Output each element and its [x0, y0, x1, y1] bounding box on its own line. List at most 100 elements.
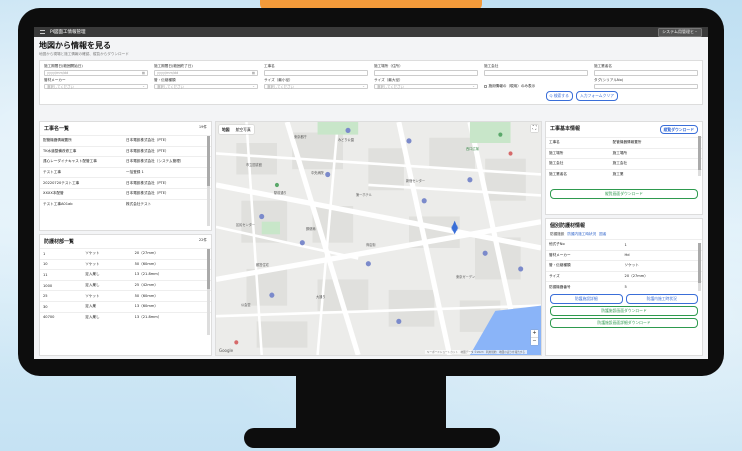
map-label: 都営住宅 — [256, 263, 269, 267]
all-download-button[interactable]: 縦覧画面ダウンロード — [550, 189, 698, 200]
table-row[interactable]: TK水道整備改修工事 日本電設株式会社（PTE） — [40, 145, 211, 157]
material-info-scrollbar[interactable] — [698, 243, 701, 291]
filter-label: 管・伝継種類 — [154, 77, 176, 82]
filter-label: 管材メーカー — [44, 77, 66, 82]
tab-protection[interactable]: 防護施設 — [550, 232, 564, 237]
filter-label: 施工会社 — [484, 64, 499, 68]
fullscreen-icon[interactable]: ⛶ — [531, 125, 538, 132]
table-row[interactable]: XXXX本配管 日本電設株式会社（PTE） — [40, 187, 211, 200]
tab-map[interactable]: 地図 — [219, 125, 233, 134]
field-label: 防護機器番号 — [546, 281, 622, 292]
table-row[interactable]: 30 定入巣 13（60mm） — [40, 300, 211, 313]
project-list-scrollbar[interactable] — [207, 136, 210, 226]
zoom-out-button[interactable]: − — [531, 337, 538, 345]
field-label: 管材メーカー — [546, 249, 622, 261]
clear-form-button[interactable]: 入力フォームクリア — [575, 91, 618, 101]
material-id-cell[interactable]: 11 — [40, 269, 83, 281]
material-list-panel: 防護材部一覧 22件 1 ソケット 20（27mm） 10 ソケット 50（60mm） … — [39, 234, 212, 356]
material-id-cell[interactable]: 10 — [40, 258, 83, 270]
tab-construction-status[interactable]: 防護内施工時状況 — [567, 232, 596, 237]
table-row[interactable]: 20220720テスト工事 日本電設株式会社（PTE） — [40, 177, 211, 189]
table-row: 管材メーカー Hd — [546, 249, 702, 261]
tab-satellite[interactable]: 航空写真 — [233, 125, 254, 134]
company-input[interactable] — [484, 70, 588, 76]
zoom-in-button[interactable]: + — [531, 330, 538, 337]
current-only-checkbox[interactable]: 施用情報の（現用）のみ表示 — [484, 84, 535, 89]
project-name-cell[interactable]: テスト工事A01ab — [40, 198, 124, 210]
construction-status-button[interactable]: 防護内施工時状況 — [625, 293, 698, 304]
material-id-cell[interactable]: 40700 — [40, 311, 83, 323]
material-list-scrollbar[interactable] — [207, 249, 210, 335]
field-value: 1 — [621, 239, 702, 251]
field-label: 工事名 — [546, 137, 610, 149]
table-row[interactable]: 25 ソケット 50（60mm） — [40, 290, 211, 302]
material-info-title: 個別防護材情報 — [550, 223, 586, 229]
table-row[interactable]: 1 ソケット 20（27mm） — [40, 248, 211, 260]
table-row[interactable]: 遠心レーダイナキャスト配管工事 日本電設株式会社（システム管理） — [40, 156, 211, 168]
project-name-cell[interactable]: TK水道整備改修工事 — [40, 145, 124, 157]
table-row[interactable]: 1000 定入巣し 25（42mm） — [40, 279, 211, 291]
system-menu-button[interactable]: システム用管理ヒ・ — [658, 27, 702, 37]
table-row[interactable]: テスト工事 一括登録 1 — [40, 166, 211, 178]
project-list-panel: 工事名一覧 19件 配管機器情報置所 日本電設株式会社（PTE） TK水道整備改修… — [39, 121, 212, 231]
company-cell: 日本電設株式会社（システム管理） — [123, 156, 211, 168]
project-name-cell[interactable]: 配管機器情報置所 — [40, 135, 124, 147]
project-info-scrollbar[interactable] — [698, 136, 701, 176]
field-value: 施工会社 — [609, 158, 702, 170]
project-name-cell[interactable]: 20220720テスト工事 — [40, 177, 124, 189]
filter-label: 施工業者名 — [594, 64, 612, 68]
type-select[interactable]: 選択してください ⌄ — [154, 83, 258, 89]
material-list-title: 防護材部一覧 — [44, 239, 75, 245]
project-download-button[interactable]: 縦覧ダウンロード — [659, 125, 698, 134]
start-date-input[interactable]: yyyy/mm/dd ▦ — [44, 70, 148, 76]
protection-download-button[interactable]: 防護施設画面ダウンロード — [550, 305, 698, 316]
scrollbar-thumb[interactable] — [698, 136, 701, 170]
scrollbar-thumb[interactable] — [207, 136, 210, 186]
table-row[interactable]: 11 定入巣し 13（21.8mm） — [40, 269, 211, 281]
map-canvas[interactable] — [216, 122, 541, 355]
table-row: 他式子No 1 — [546, 239, 702, 251]
maker-select[interactable]: 選択してください ⌄ — [44, 83, 148, 89]
protection-detail-button[interactable]: 防護施設詳細 — [550, 293, 623, 304]
calendar-icon[interactable]: ▦ — [142, 71, 145, 75]
material-id-cell[interactable]: 1000 — [40, 279, 83, 291]
table-row[interactable]: 配管機器情報置所 日本電設株式会社（PTE） — [40, 135, 211, 147]
material-count: 22件 — [198, 238, 207, 242]
map-view[interactable]: 東京都庁 みどり公園 市立図書館 中央病院 駅前通り 第一ホテル 区民センター … — [215, 121, 542, 356]
size-min-select[interactable]: 選択してください ⌄ — [264, 83, 368, 89]
material-info-panel: 個別防護材情報 防護施設 防護内施工時状況 図者 他式子No 1 管材メーカー Hd… — [545, 218, 703, 356]
material-id-cell[interactable]: 25 — [40, 290, 83, 302]
filter-end-date: 施工期間日(範囲終了日) yyyy/mm/dd ▦ — [154, 64, 258, 76]
map-attribution[interactable]: キーボードショートカット 地図データ ©2023 利用規約 地図の誤りを報告する — [424, 350, 527, 354]
size-max-select[interactable]: 選択してください ⌄ — [374, 83, 478, 89]
tag-input[interactable] — [594, 83, 698, 89]
scrollbar-thumb[interactable] — [698, 243, 701, 283]
material-type-cell: 定入巣 — [82, 300, 132, 313]
table-row[interactable]: テスト工事A01ab 株式会社テスト — [40, 198, 211, 210]
address-input[interactable] — [374, 70, 478, 76]
search-button[interactable]: Q 検索する — [545, 91, 573, 101]
protection-detail-download-button[interactable]: 防護施設画面詳細ダウンロード — [550, 317, 698, 328]
material-size-cell: 13（21.8mm） — [131, 311, 211, 323]
material-id-cell[interactable]: 30 — [40, 300, 83, 313]
table-row[interactable]: 10 ソケット 50（60mm） — [40, 258, 211, 270]
map-label: みどり公園 — [338, 138, 354, 142]
scrollbar-thumb[interactable] — [207, 249, 210, 289]
material-id-cell[interactable]: 1 — [40, 248, 83, 260]
hamburger-menu-icon[interactable] — [40, 30, 45, 34]
calendar-icon[interactable]: ▦ — [252, 71, 255, 75]
chevron-down-icon: ⌄ — [472, 84, 475, 89]
checkbox-icon[interactable] — [484, 84, 487, 88]
field-label: 施工場所 — [546, 147, 610, 159]
filter-row-2: 管材メーカー 選択してください ⌄ 管・伝継種類 選択してください ⌄ サイズ（最小… — [44, 77, 698, 89]
end-date-input[interactable]: yyyy/mm/dd ▦ — [154, 70, 258, 76]
contractor-input[interactable] — [594, 70, 698, 76]
project-name-cell[interactable]: XXXX本配管 — [40, 187, 124, 200]
filter-project-name: 工事名 — [264, 64, 368, 76]
project-name-cell[interactable]: 遠心レーダイナキャスト配管工事 — [40, 156, 124, 168]
project-name-cell[interactable]: テスト工事 — [40, 166, 124, 178]
table-row[interactable]: 40700 定入巣し 13（21.8mm） — [40, 311, 211, 323]
tab-drawing[interactable]: 図者 — [599, 232, 606, 237]
project-name-input[interactable] — [264, 70, 368, 76]
map-label: 東京都庁 — [294, 135, 307, 139]
